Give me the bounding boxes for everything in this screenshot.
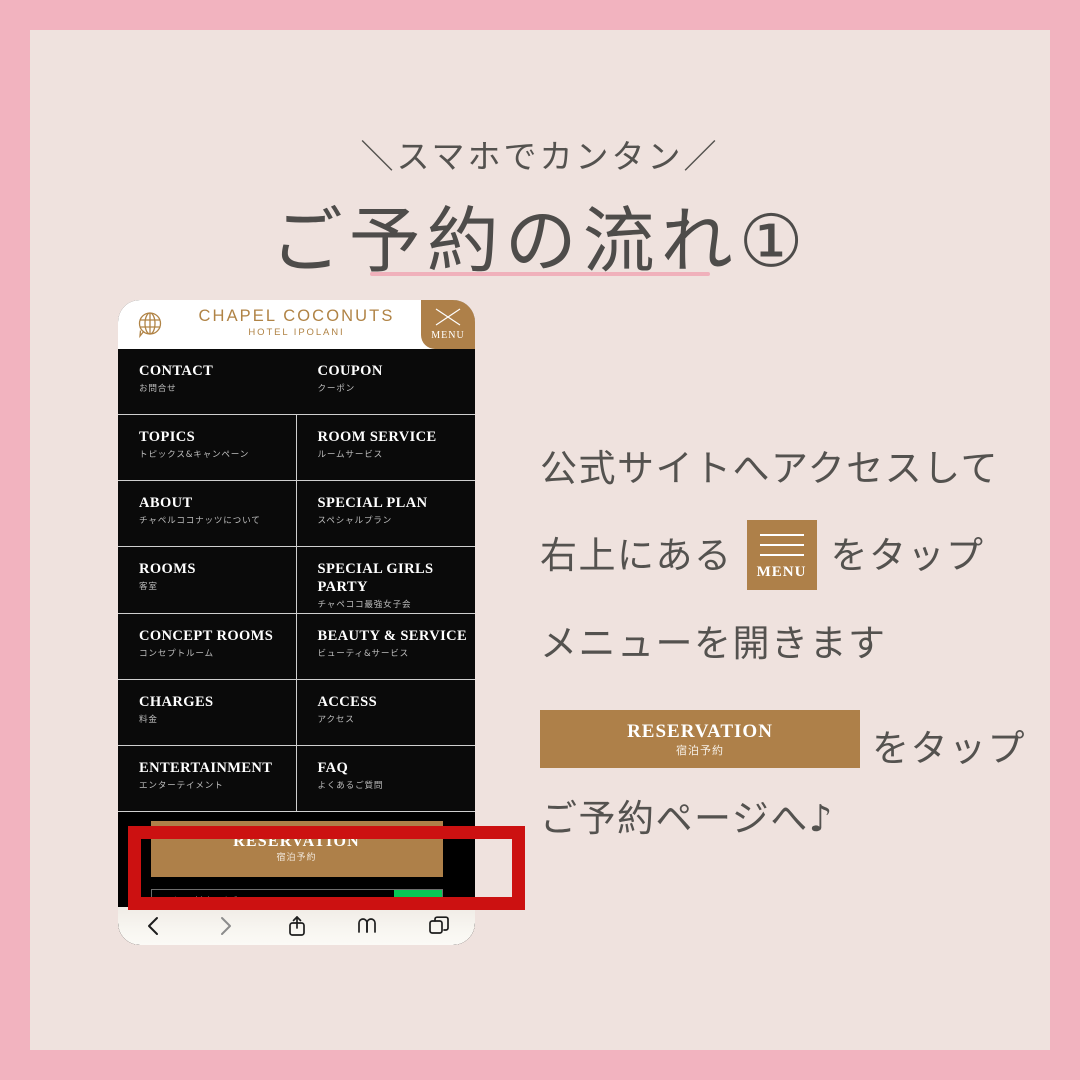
menu-item-beauty-service[interactable]: BEAUTY & SERVICE ビューティ&サービス <box>297 614 476 679</box>
menu-item-faq[interactable]: FAQ よくあるご質問 <box>297 746 476 811</box>
menu-row: ROOMS 客室 SPECIAL GIRLS PARTY チャペココ最強女子会 <box>118 547 476 614</box>
title-divider <box>370 272 710 276</box>
menu-item-label-en: SPECIAL PLAN <box>317 495 428 512</box>
menu-item-label-jp: よくあるご質問 <box>317 780 384 791</box>
menu-item-label-en: ROOM SERVICE <box>317 429 437 446</box>
phone-mockup: CHAPEL COCONUTS HOTEL IPOLANI MENU CONTA… <box>118 300 475 945</box>
reservation-chip-label-en: RESERVATION <box>627 720 773 742</box>
hamburger-icon <box>759 534 804 564</box>
menu-item-label-jp: アクセス <box>317 714 355 725</box>
instruction-line-3: メニューを開きます <box>540 622 887 665</box>
menu-item-label-en: CHARGES <box>139 693 214 710</box>
close-x-icon <box>435 308 461 326</box>
back-icon[interactable] <box>118 914 189 938</box>
instruction-line-2-before: 右上にある <box>540 533 733 577</box>
menu-row: ABOUT チャペルココナッツについて SPECIAL PLAN スペシャルプラ… <box>118 481 476 548</box>
safari-toolbar <box>118 907 475 945</box>
reservation-chip-label-jp: 宿泊予約 <box>676 743 724 757</box>
menu-item-contact[interactable]: CONTACT お問合せ <box>118 349 297 414</box>
menu-item-special-plan[interactable]: SPECIAL PLAN スペシャルプラン <box>297 481 476 546</box>
menu-item-concept-rooms[interactable]: CONCEPT ROOMS コンセプトルーム <box>118 613 297 679</box>
menu-item-about[interactable]: ABOUT チャペルココナッツについて <box>118 481 297 547</box>
menu-item-access[interactable]: ACCESS アクセス <box>297 680 476 745</box>
forward-icon[interactable] <box>189 914 260 938</box>
menu-item-label-jp: クーポン <box>317 384 356 394</box>
instruction-line-2: 右上にある MENU をタップ <box>540 520 985 590</box>
instruction-line-4: をタップ <box>872 727 1026 770</box>
menu-item-label-en: FAQ <box>317 759 349 776</box>
bookmarks-icon[interactable] <box>332 914 403 938</box>
menu-item-label-en: SPECIAL GIRLS PARTY <box>317 561 434 596</box>
site-header: CHAPEL COCONUTS HOTEL IPOLANI MENU <box>118 300 475 349</box>
menu-item-room-service[interactable]: ROOM SERVICE ルームサービス <box>297 415 476 480</box>
reservation-button[interactable]: RESERVATION 宿泊予約 <box>150 820 443 877</box>
menu-item-label-jp: 料金 <box>139 714 158 725</box>
poster-root: ＼スマホでカンタン／ ご予約の流れ① CHAPEL COCONUTS HOTEL… <box>0 0 1080 1080</box>
menu-item-label-en: CONCEPT ROOMS <box>139 627 274 644</box>
kicker-text: ＼スマホでカンタン／ <box>360 137 720 176</box>
menu-item-label-jp: ビューティ&サービス <box>317 648 410 659</box>
menu-row: CONCEPT ROOMS コンセプトルーム BEAUTY & SERVICE … <box>118 613 476 680</box>
menu-item-label-jp: チャペココ最強女子会 <box>317 600 412 611</box>
instruction-line-1: 公式サイトへアクセスして <box>540 447 1000 490</box>
reservation-chip: RESERVATION 宿泊予約 <box>540 710 860 768</box>
menu-item-label-en: ROOMS <box>139 561 196 578</box>
menu-row: ENTERTAINMENT エンターテイメント FAQ よくあるご質問 <box>118 745 476 812</box>
menu-item-label-en: ENTERTAINMENT <box>139 759 273 776</box>
reservation-label-en: RESERVATION <box>233 833 360 850</box>
menu-item-label-jp: ルームサービス <box>317 450 383 461</box>
menu-item-label-jp: チャペルココナッツについて <box>139 516 261 527</box>
menu-close-button[interactable]: MENU <box>421 300 475 349</box>
menu-item-label-jp: トピックス&キャンペーン <box>139 450 250 461</box>
menu-item-topics[interactable]: TOPICS トピックス&キャンペーン <box>118 415 297 481</box>
menu-item-label-jp: スペシャルプラン <box>317 516 393 527</box>
menu-button-label: MENU <box>431 330 465 341</box>
tabs-icon[interactable] <box>404 914 475 938</box>
menu-grid: CONTACT お問合せ COUPON クーポン TOPICS トピックス&キャ… <box>118 349 475 812</box>
menu-chip-icon: MENU <box>746 520 817 590</box>
menu-item-charges[interactable]: CHARGES 料金 <box>118 679 297 745</box>
instruction-line-2-after: をタップ <box>830 533 985 577</box>
share-icon[interactable] <box>261 914 332 938</box>
menu-row: CONTACT お問合せ COUPON クーポン <box>118 349 476 416</box>
menu-item-label-en: TOPICS <box>139 429 196 446</box>
menu-item-rooms[interactable]: ROOMS 客室 <box>118 547 297 613</box>
reservation-label-jp: 宿泊予約 <box>276 853 317 863</box>
menu-item-label-en: ACCESS <box>317 693 378 710</box>
menu-chip-label: MENU <box>756 564 807 580</box>
menu-row: CHARGES 料金 ACCESS アクセス <box>118 679 476 746</box>
menu-item-label-jp: エンターテイメント <box>139 780 224 791</box>
menu-item-label-en: COUPON <box>317 363 383 379</box>
menu-item-special-girls-party[interactable]: SPECIAL GIRLS PARTY チャペココ最強女子会 <box>297 547 476 612</box>
instruction-line-5: ご予約ページへ♪ <box>540 797 834 840</box>
menu-item-label-en: ABOUT <box>139 495 193 512</box>
menu-item-entertainment[interactable]: ENTERTAINMENT エンターテイメント <box>118 745 297 811</box>
menu-item-label-jp: お問合せ <box>139 384 177 394</box>
menu-row: TOPICS トピックス&キャンペーン ROOM SERVICE ルームサービス <box>118 415 476 482</box>
reservation-strip: RESERVATION 宿泊予約 <box>118 812 475 885</box>
menu-item-coupon[interactable]: COUPON クーポン <box>297 349 476 414</box>
menu-item-label-en: CONTACT <box>139 363 214 379</box>
menu-item-label-en: BEAUTY & SERVICE <box>317 627 468 644</box>
menu-item-label-jp: 客室 <box>139 582 158 593</box>
menu-item-label-jp: コンセプトルーム <box>139 648 214 659</box>
